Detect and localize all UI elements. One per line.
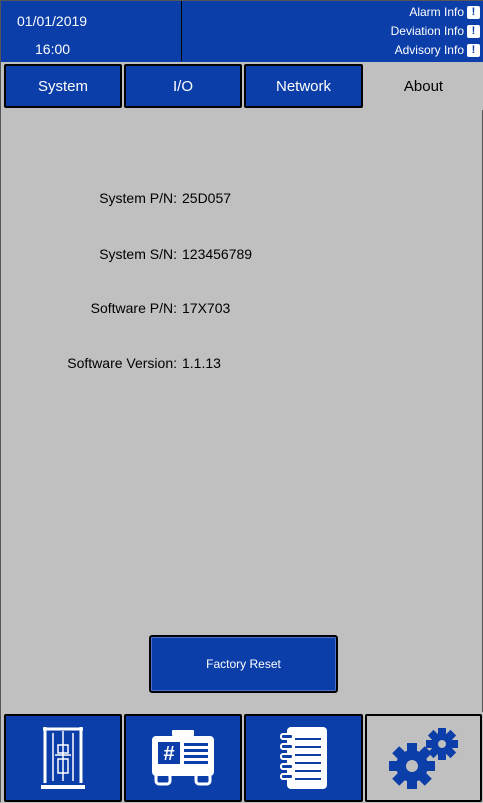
notebook-icon: [279, 727, 327, 789]
about-screen: 01/01/2019 16:00 Alarm Info ! Deviation …: [0, 0, 483, 803]
datetime-panel: 01/01/2019 16:00: [1, 1, 182, 61]
tab-bar: System I/O Network About: [1, 62, 483, 110]
machine-id-icon: #: [152, 730, 214, 786]
system-pn-label: System P/N:: [99, 190, 177, 206]
tab-about[interactable]: About: [365, 62, 482, 110]
nav-machine-id-button[interactable]: #: [124, 714, 242, 802]
advisory-info-label: Advisory Info: [394, 43, 464, 57]
tab-network[interactable]: Network: [244, 64, 363, 108]
software-pn-label: Software P/N:: [90, 300, 177, 316]
software-version-label: Software Version:: [67, 355, 177, 371]
advisory-info-button[interactable]: Advisory Info !: [395, 43, 480, 57]
deviation-info-label: Deviation Info: [390, 24, 464, 38]
software-pn-value: 17X703: [182, 300, 231, 316]
system-sn-label: System S/N:: [99, 246, 177, 262]
date-display: 01/01/2019: [17, 13, 88, 29]
time-display: 16:00: [35, 41, 71, 57]
header-bar: 01/01/2019 16:00 Alarm Info ! Deviation …: [1, 1, 483, 62]
tab-io[interactable]: I/O: [124, 64, 242, 108]
nav-notebook-button[interactable]: [244, 714, 363, 802]
system-pn-value: 25D057: [182, 190, 232, 206]
bottom-nav: #: [1, 712, 483, 803]
alert-icon: !: [467, 43, 480, 57]
software-version-value: 1.1.13: [182, 355, 221, 371]
test-stand-icon: [41, 727, 85, 789]
alarm-info-label: Alarm Info: [409, 5, 464, 19]
deviation-info-button[interactable]: Deviation Info !: [391, 24, 480, 38]
alert-icon: !: [467, 24, 480, 38]
svg-text:#: #: [163, 743, 174, 765]
tab-system[interactable]: System: [4, 64, 122, 108]
alert-icon: !: [467, 5, 480, 19]
gears-icon: [388, 728, 458, 789]
nav-test-stand-button[interactable]: [4, 714, 122, 802]
system-sn-value: 123456789: [182, 246, 253, 262]
nav-settings-button[interactable]: [365, 714, 482, 802]
factory-reset-button[interactable]: Factory Reset: [149, 635, 338, 693]
alarm-info-button[interactable]: Alarm Info !: [409, 5, 480, 19]
